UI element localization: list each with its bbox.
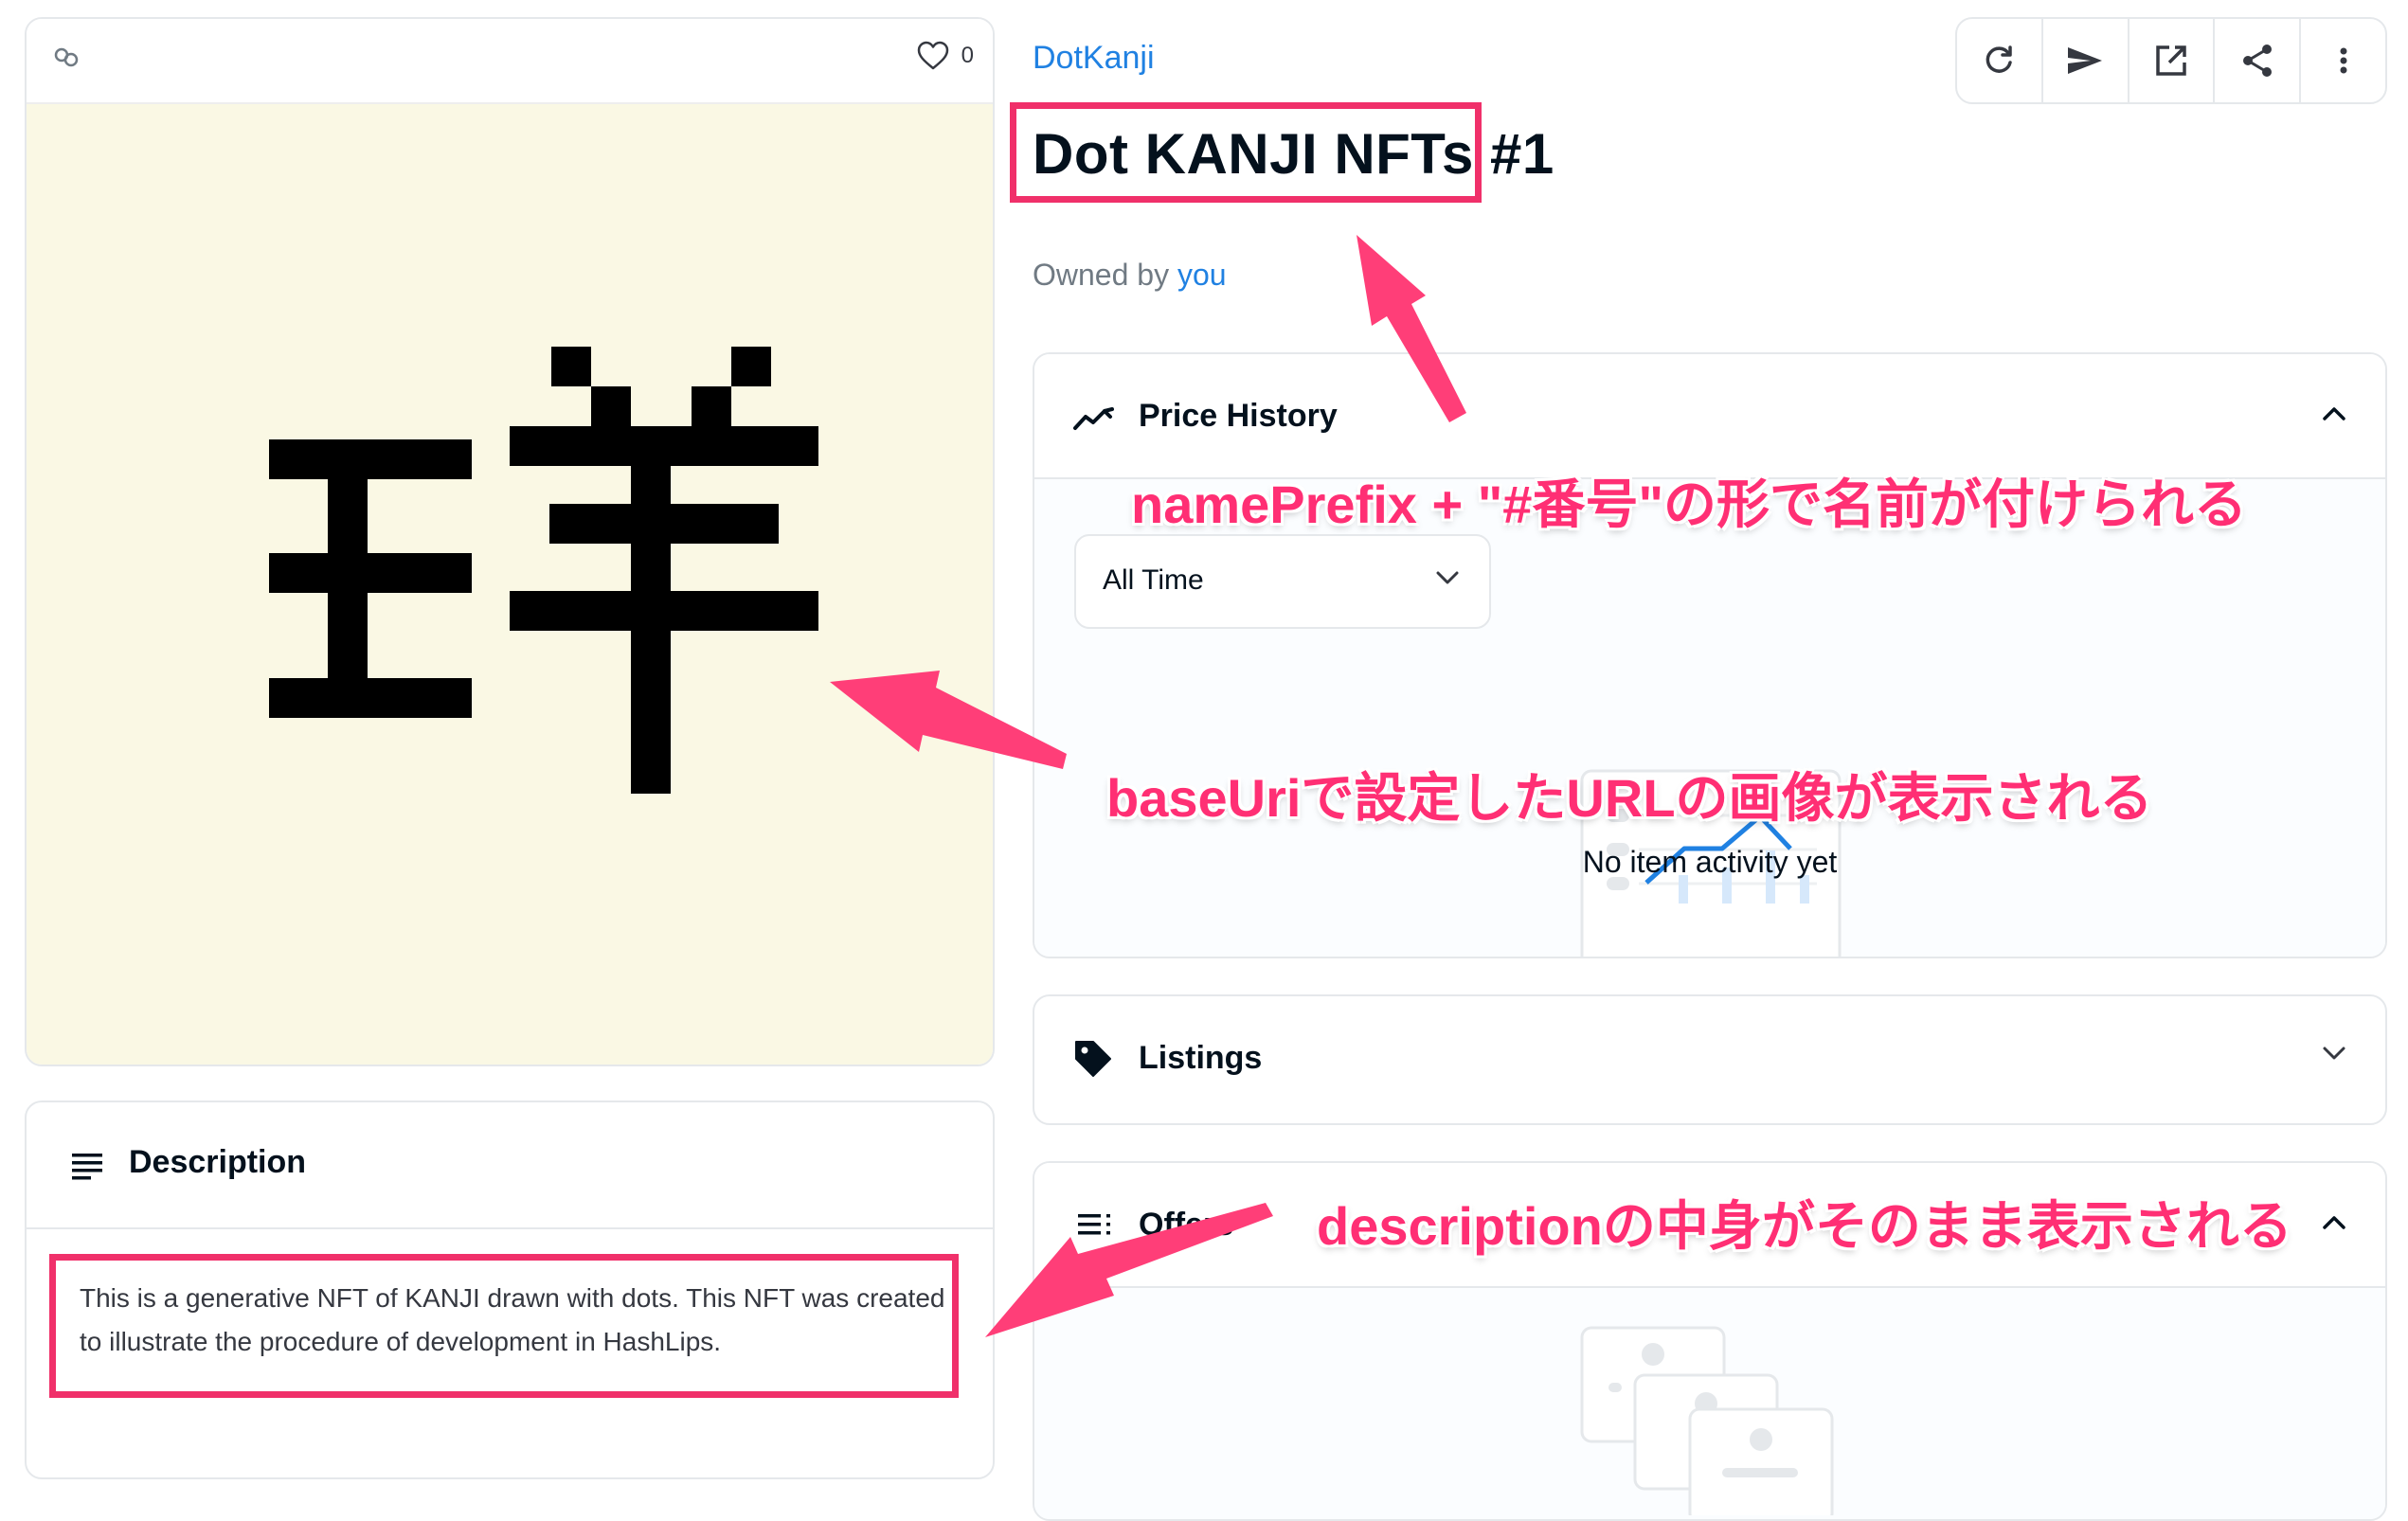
- kanji-pixel-art: [269, 347, 818, 794]
- refresh-icon: [1986, 45, 2013, 73]
- annotation-name-prefix: namePrefix + "#番号"の形で名前が付けられる: [1131, 474, 2247, 534]
- price-history-header[interactable]: Price History: [1034, 354, 2385, 479]
- trending-icon: [1073, 407, 1114, 430]
- refresh-button[interactable]: [1957, 19, 2043, 102]
- offers-body: [1034, 1288, 2385, 1519]
- collection-link[interactable]: DotKanji: [1033, 40, 1155, 77]
- more-icon: [2340, 47, 2347, 74]
- list-icon: [1078, 1214, 1110, 1235]
- nft-image-card: 0: [25, 17, 995, 1066]
- send-icon: [2068, 47, 2103, 74]
- nft-image: [27, 104, 993, 1065]
- description-highlight-box: [49, 1254, 959, 1398]
- time-range-select[interactable]: All Time: [1074, 534, 1491, 629]
- image-card-topbar: 0: [27, 19, 993, 104]
- heart-icon: [917, 41, 948, 70]
- listings-panel[interactable]: Listings: [1033, 994, 2387, 1125]
- transfer-button[interactable]: [2043, 19, 2129, 102]
- annotation-description: descriptionの中身がそのまま表示される: [1317, 1196, 2292, 1256]
- subject-lines-icon: [72, 1154, 102, 1180]
- external-link-icon: [2156, 45, 2186, 76]
- chain-icon: [54, 47, 79, 67]
- favorite-count: 0: [961, 43, 974, 68]
- empty-offers-illustration: [1580, 1326, 1834, 1515]
- price-history-panel: Price History All Time No item activity …: [1033, 352, 2387, 958]
- more-button[interactable]: [2301, 19, 2385, 102]
- title-highlight-box: [1010, 102, 1482, 203]
- open-external-button[interactable]: [2129, 19, 2216, 102]
- owned-by-label: Owned by: [1033, 258, 1170, 292]
- offers-title: Offers: [1139, 1207, 1234, 1243]
- empty-activity-text: No item activity yet: [1582, 845, 1838, 879]
- tag-icon: [1075, 1041, 1111, 1077]
- annotation-base-uri: baseUriで設定したURLの画像が表示される: [1106, 768, 2153, 828]
- owner-link[interactable]: you: [1177, 258, 1227, 292]
- owner-line: Owned by you: [1033, 258, 1227, 293]
- item-toolbar: [1955, 17, 2387, 104]
- chevron-down-icon: [1436, 571, 1459, 584]
- price-history-title: Price History: [1139, 398, 1338, 434]
- chevron-up-icon: [2323, 407, 2345, 421]
- share-icon: [2242, 45, 2272, 77]
- time-range-value: All Time: [1103, 564, 1204, 596]
- chevron-down-icon: [2323, 1047, 2345, 1060]
- description-title: Description: [129, 1144, 307, 1180]
- share-button[interactable]: [2215, 19, 2302, 102]
- chevron-up-icon: [2323, 1216, 2345, 1229]
- description-header[interactable]: Description: [27, 1102, 993, 1229]
- listings-title: Listings: [1139, 1040, 1263, 1076]
- favorite-button[interactable]: 0: [916, 40, 974, 72]
